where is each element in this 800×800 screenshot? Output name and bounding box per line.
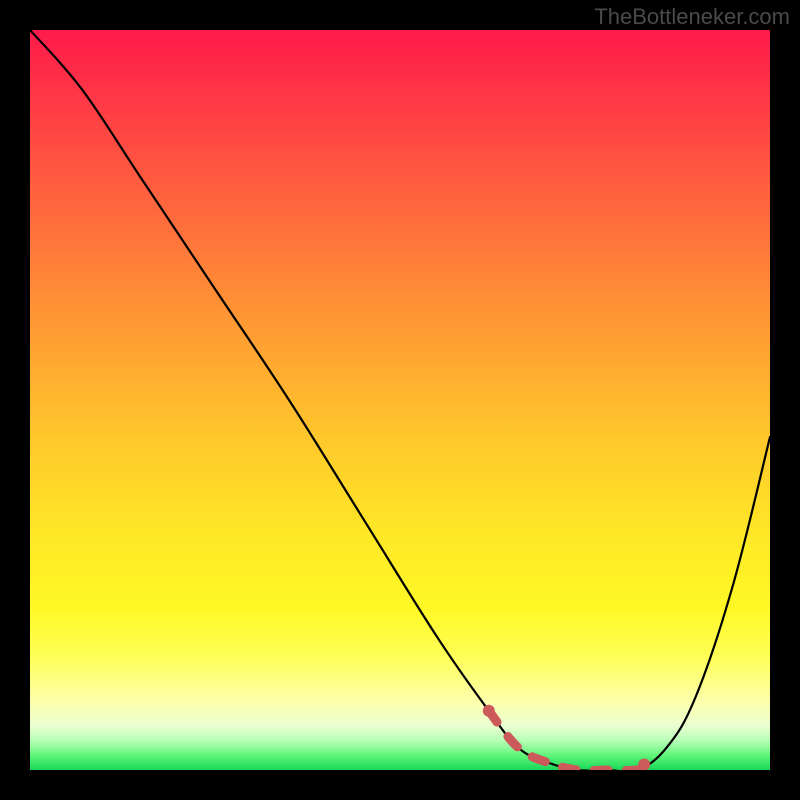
plot-area [30, 30, 770, 770]
chart-frame: TheBottleneker.com [0, 0, 800, 800]
optimal-range-marker [489, 711, 644, 770]
curve-layer [30, 30, 770, 770]
watermark-text: TheBottleneker.com [594, 4, 790, 30]
optimal-range-end-dot [638, 758, 650, 770]
bottleneck-curve-line [30, 30, 770, 770]
optimal-range-start-dot [483, 705, 495, 717]
